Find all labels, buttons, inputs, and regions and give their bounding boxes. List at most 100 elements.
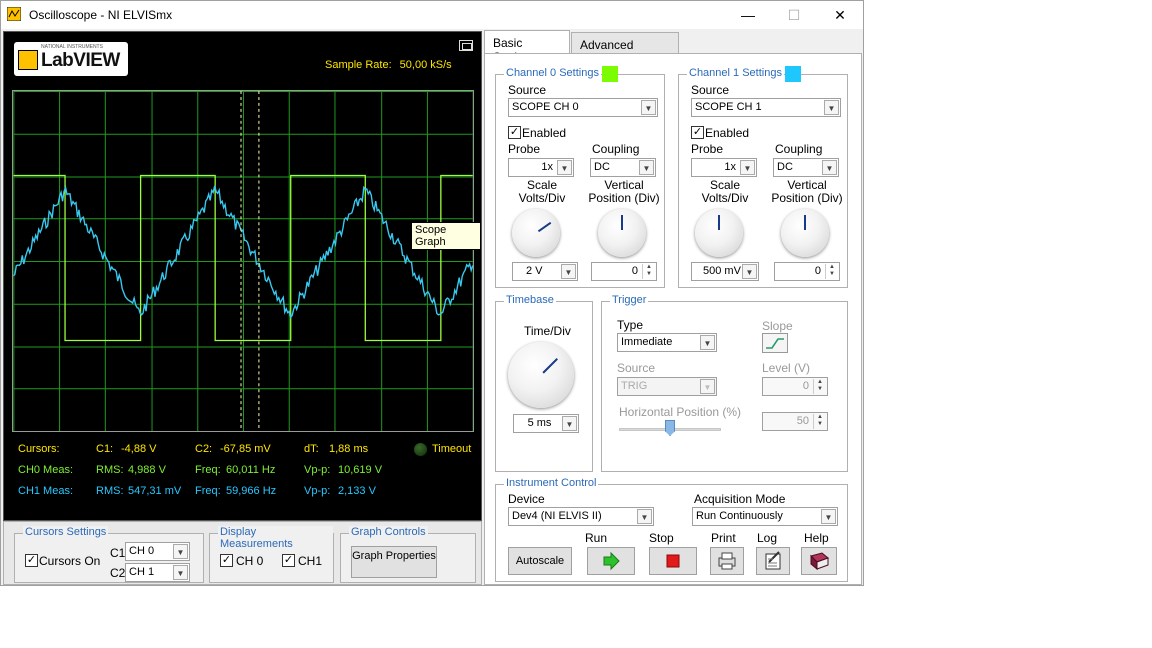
channel1-scale-select[interactable]: 500 mV ▼ [691, 262, 759, 281]
scope-graph-tooltip: Scope Graph [411, 222, 481, 250]
channel0-scale-select[interactable]: 2 V ▼ [512, 262, 578, 281]
stop-button[interactable] [649, 547, 697, 575]
cursor-c2-select[interactable]: CH 1 ▼ [125, 563, 190, 582]
device-select[interactable]: Dev4 (NI ELVIS II) ▼ [508, 507, 654, 526]
timebase-title: Timebase [504, 294, 556, 306]
cursor-dt-label: dT: [304, 443, 319, 455]
spinner-arrows-icon[interactable]: ▲ ▼ [825, 264, 838, 279]
cursors-settings-group: Cursors Settings ✓ Cursors On C1 CH 0 ▼ C… [14, 526, 204, 583]
close-button[interactable]: ✕ [817, 1, 863, 29]
channel1-coupling-value: DC [777, 161, 793, 173]
channel0-scale-label: Scale Volts/Div [518, 178, 566, 205]
channel0-color-swatch [602, 66, 618, 82]
cursors-on-checkbox[interactable]: ✓ [25, 554, 38, 567]
timebase-knob[interactable] [508, 342, 574, 408]
ch0-rms-label: RMS: [96, 464, 124, 476]
ch1-rms-label: RMS: [96, 485, 124, 497]
ch1-vpp-value: 2,133 V [338, 485, 376, 497]
display-ch1-checkbox[interactable]: ✓ [282, 554, 295, 567]
channel0-coupling-select[interactable]: DC ▼ [590, 158, 656, 177]
display-ch0-checkbox[interactable]: ✓ [220, 554, 233, 567]
autoscale-button[interactable]: Autoscale [508, 547, 572, 575]
spinner-arrows-icon[interactable]: ▲ ▼ [642, 264, 655, 279]
sample-rate: Sample Rate: 50,00 kS/s [325, 59, 452, 71]
channel1-probe-select[interactable]: 1x ▼ [691, 158, 757, 177]
maximize-button[interactable]: ☐ [771, 1, 817, 29]
ch0-freq-value: 60,011 Hz [226, 464, 276, 476]
knob-indicator [718, 215, 720, 230]
channel0-position-input[interactable]: 0 ▲ ▼ [591, 262, 657, 281]
graph-properties-button[interactable]: Graph Properties [351, 546, 437, 578]
cursors-label: Cursors: [18, 443, 60, 455]
channel0-probe-value: 1x [541, 161, 553, 173]
channel1-position-input[interactable]: 0 ▲ ▼ [774, 262, 840, 281]
chevron-down-icon: ▼ [173, 544, 188, 559]
basic-settings-panel: Channel 0 Settings Source SCOPE CH 0 ▼ ✓ … [484, 53, 862, 585]
channel1-scale-knob[interactable] [695, 209, 743, 257]
printer-icon [718, 552, 736, 570]
knob-indicator [537, 221, 552, 233]
display-ch1-label: CH1 [298, 554, 323, 568]
trigger-source-select[interactable]: TRIG ▼ [617, 377, 717, 396]
log-button[interactable] [756, 547, 790, 575]
timebase-group: Timebase Time/Div 5 ms ▼ [495, 294, 593, 472]
channel0-enabled-checkbox[interactable]: ✓ [508, 126, 521, 139]
channel0-scale-value: 2 V [526, 265, 543, 277]
trigger-hpos-input[interactable]: 50 ▲ ▼ [762, 412, 828, 431]
trigger-slope-label: Slope [762, 319, 793, 333]
trigger-slope-button[interactable] [762, 333, 788, 353]
tab-basic-settings[interactable]: Basic Settings [484, 30, 570, 64]
channel1-position-knob[interactable] [781, 209, 829, 257]
spinner-arrows-icon[interactable]: ▲ ▼ [813, 414, 826, 429]
scope-graph[interactable] [12, 90, 474, 432]
chevron-down-icon: ▼ [557, 160, 572, 175]
window-restore-icon[interactable] [459, 40, 473, 51]
sample-rate-value: 50,00 kS/s [399, 59, 452, 71]
channel0-position-knob[interactable] [598, 209, 646, 257]
acquisition-mode-label: Acquisition Mode [694, 492, 786, 506]
run-button[interactable] [587, 547, 635, 575]
chevron-down-icon: ▼ [700, 335, 715, 350]
minimize-button[interactable]: — [725, 1, 771, 29]
help-button[interactable] [801, 547, 837, 575]
ch0-vpp-label: Vp-p: [304, 464, 331, 476]
graph-controls-group: Graph Controls Graph Properties [340, 526, 476, 583]
labview-logo-text: LabVIEW [41, 50, 120, 71]
channel0-scale-knob[interactable] [512, 209, 560, 257]
graph-grid [13, 91, 473, 431]
trigger-hpos-slider-thumb[interactable] [665, 420, 675, 436]
settings-tabs: Basic Settings Advanced Settings [484, 30, 862, 66]
ch1-freq-value: 59,966 Hz [226, 485, 277, 497]
trigger-group: Trigger Type Immediate ▼ Slope Source TRI… [601, 294, 848, 472]
channel0-probe-label: Probe [508, 142, 541, 156]
channel1-position-value: 0 [814, 265, 821, 277]
channel0-source-select[interactable]: SCOPE CH 0 ▼ [508, 98, 658, 117]
chevron-down-icon: ▼ [824, 100, 839, 115]
channel1-source-select[interactable]: SCOPE CH 1 ▼ [691, 98, 841, 117]
chevron-down-icon: ▼ [639, 160, 654, 175]
trigger-type-select[interactable]: Immediate ▼ [617, 333, 717, 352]
channel1-coupling-select[interactable]: DC ▼ [773, 158, 839, 177]
channel1-enabled-checkbox[interactable]: ✓ [691, 126, 704, 139]
timebase-select[interactable]: 5 ms ▼ [513, 414, 579, 433]
trigger-hpos-value: 50 [796, 415, 809, 427]
ch0-rms-value: 4,988 V [128, 464, 166, 476]
display-ch0-label: CH 0 [236, 554, 264, 568]
trigger-level-input[interactable]: 0 ▲ ▼ [762, 377, 828, 396]
tab-advanced-settings[interactable]: Advanced Settings [571, 32, 679, 66]
cursor-c1-select-value: CH 0 [129, 545, 155, 557]
channel1-settings-group: Channel 1 Settings Source SCOPE CH 1 ▼ ✓ … [678, 66, 848, 288]
labview-icon [18, 50, 38, 70]
channel0-position-label: Vertical Position (Div) [588, 178, 660, 205]
print-button[interactable] [710, 547, 744, 575]
timeout-label: Timeout [432, 443, 472, 455]
acquisition-mode-select[interactable]: Run Continuously ▼ [692, 507, 838, 526]
trigger-level-value: 0 [802, 380, 809, 392]
cursor-c1-select[interactable]: CH 0 ▼ [125, 542, 190, 561]
spinner-arrows-icon[interactable]: ▲ ▼ [813, 379, 826, 394]
trigger-type-label: Type [617, 318, 644, 332]
channel0-probe-select[interactable]: 1x ▼ [508, 158, 574, 177]
acquisition-mode-value: Run Continuously [696, 510, 783, 522]
channel1-source-label: Source [691, 83, 730, 97]
cursor-c2-select-value: CH 1 [129, 566, 155, 578]
